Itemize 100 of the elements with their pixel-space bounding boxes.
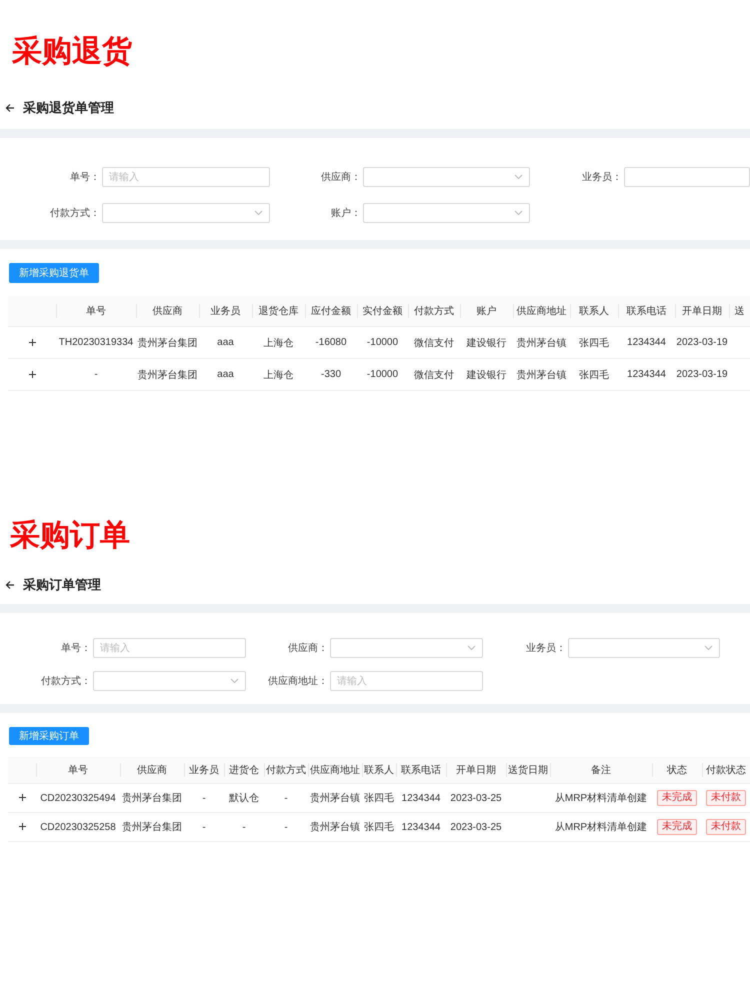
input-field[interactable]: 请输入 — [102, 167, 270, 187]
table-cell: 上海仓 — [264, 338, 294, 348]
plus-icon[interactable] — [28, 338, 36, 346]
column-header: 业务员 — [189, 765, 219, 776]
column-header: 备注 — [591, 765, 611, 776]
table-cell: - — [242, 822, 246, 832]
table-cell: 1234344 — [627, 337, 666, 348]
table-cell: 贵州茅台集团 — [138, 370, 198, 380]
chevron-down-icon[interactable] — [254, 210, 263, 216]
column-header: 应付金额 — [311, 306, 351, 317]
column-header: 送 — [734, 306, 744, 317]
input-field[interactable] — [624, 167, 750, 187]
column-header: 账户 — [476, 306, 496, 317]
table-cell: -330 — [320, 369, 341, 380]
table-cell: 贵州茅台镇 — [516, 370, 566, 380]
table-cell: - — [202, 822, 206, 832]
input-field[interactable]: 请输入 — [330, 671, 483, 691]
column-header: 联系电话 — [626, 306, 666, 317]
page-title: 采购退货单管理 — [23, 99, 114, 117]
table-cell: 建设银行 — [466, 338, 506, 348]
table-cell: -10000 — [366, 369, 398, 380]
column-header: 供应商 — [137, 765, 167, 776]
column-header: 开单日期 — [456, 765, 496, 776]
input-field[interactable]: 请输入 — [93, 638, 246, 658]
column-header: 付款方式 — [266, 765, 306, 776]
table-cell: 2023-03-19 — [676, 337, 728, 348]
field-label: 业务员： — [581, 170, 623, 184]
column-header: 联系人 — [364, 765, 394, 776]
select-field[interactable] — [363, 203, 530, 223]
field-label: 供应商： — [287, 642, 329, 655]
table-cell: 上海仓 — [264, 370, 294, 380]
page-title: 采购订单管理 — [23, 576, 101, 594]
field-label: 付款方式： — [40, 674, 92, 688]
table-cell: 建设银行 — [466, 370, 506, 380]
column-header: 联系电话 — [401, 765, 441, 776]
select-field[interactable] — [330, 638, 483, 658]
select-field[interactable] — [363, 167, 530, 187]
table-cell: 贵州茅台集团 — [122, 822, 182, 833]
table-cell: - — [284, 792, 288, 804]
plus-icon[interactable] — [18, 823, 26, 830]
back-arrow-icon[interactable] — [5, 103, 15, 113]
chevron-down-icon[interactable] — [514, 210, 523, 216]
add-button[interactable]: 新增采购退货单 — [9, 263, 99, 283]
select-field[interactable] — [93, 671, 246, 691]
select-field[interactable] — [568, 638, 720, 658]
plus-icon[interactable] — [18, 794, 26, 802]
table-cell: 微信支付 — [414, 370, 454, 380]
back-arrow-icon[interactable] — [5, 580, 15, 590]
status-tag: 未完成 — [657, 790, 697, 806]
chevron-down-icon[interactable] — [230, 678, 239, 684]
table-cell: - — [202, 792, 206, 804]
table-cell: 贵州茅台镇 — [516, 338, 566, 348]
table-cell: aaa — [217, 337, 234, 348]
section-heading: 采购退货 — [11, 34, 133, 70]
table-cell: TH20230319334 — [58, 337, 134, 348]
status-tag: 未付款 — [706, 819, 746, 835]
table-cell: 微信支付 — [414, 338, 454, 348]
table-cell: 张四毛 — [579, 370, 609, 380]
section-heading: 采购订单 — [9, 518, 131, 554]
column-header: 联系人 — [579, 306, 609, 317]
table-cell: 贵州茅台集团 — [122, 793, 182, 804]
column-header: 单号 — [68, 765, 88, 776]
status-tag: 未完成 — [657, 819, 697, 835]
table-cell: 默认仓 — [229, 793, 259, 804]
column-header: 进货仓 — [229, 765, 259, 776]
chevron-down-icon[interactable] — [704, 645, 713, 651]
table-cell: 1234344 — [402, 792, 440, 804]
table-cell: 2023-03-19 — [676, 369, 728, 380]
column-header: 付款状态 — [706, 765, 746, 776]
table-cell: 贵州茅台集团 — [138, 338, 198, 348]
table-cell: aaa — [217, 369, 234, 380]
add-button[interactable]: 新增采购订单 — [9, 727, 89, 745]
table-cell: 1234344 — [402, 822, 440, 832]
field-label: 供应商地址： — [267, 674, 329, 688]
column-header: 供应商地址 — [516, 306, 566, 317]
column-header: 退货仓库 — [258, 306, 298, 317]
table-cell: - — [284, 822, 288, 832]
field-label: 账户： — [330, 206, 362, 220]
table-cell: CD20230325258 — [40, 822, 116, 832]
chevron-down-icon[interactable] — [514, 174, 523, 180]
column-header: 单号 — [86, 306, 106, 317]
plus-icon[interactable] — [28, 370, 36, 378]
column-header: 付款方式 — [414, 306, 454, 317]
field-label: 供应商： — [320, 170, 362, 184]
field-label: 业务员： — [525, 642, 567, 655]
table-cell: 张四毛 — [364, 822, 394, 833]
chevron-down-icon[interactable] — [467, 645, 476, 651]
table-cell: 贵州茅台镇 — [310, 793, 360, 804]
table-cell: -10000 — [366, 337, 398, 348]
column-header: 开单日期 — [682, 306, 722, 317]
table-cell: CD20230325494 — [40, 792, 116, 804]
column-header: 送货日期 — [508, 765, 548, 776]
column-header: 实付金额 — [362, 306, 402, 317]
field-label: 单号： — [69, 170, 101, 184]
column-header: 状态 — [667, 765, 687, 776]
table-cell: 2023-03-25 — [450, 822, 502, 832]
table-cell: - — [94, 369, 98, 380]
field-label: 付款方式： — [49, 206, 101, 220]
select-field[interactable] — [102, 203, 270, 223]
table-cell: 从MRP材料清单创建 — [554, 793, 648, 804]
